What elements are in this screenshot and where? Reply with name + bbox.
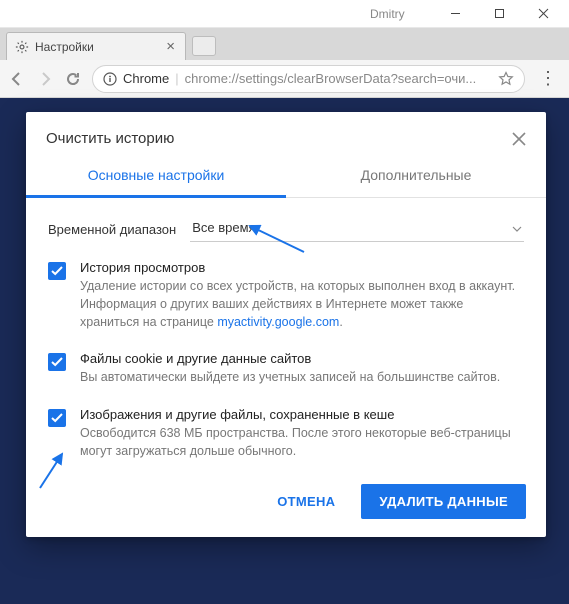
toolbar: Chrome | chrome://settings/clearBrowserD…: [0, 60, 569, 98]
close-icon[interactable]: [512, 132, 526, 146]
cancel-button[interactable]: ОТМЕНА: [263, 484, 349, 519]
time-range-label: Временной диапазон: [48, 222, 176, 237]
tab-strip: Настройки ×: [0, 28, 569, 60]
option-desc: Освободится 638 МБ пространства. После э…: [80, 424, 524, 460]
info-icon: [103, 72, 117, 86]
tab-basic[interactable]: Основные настройки: [26, 157, 286, 198]
gear-icon: [15, 40, 29, 54]
option-cached-images: Изображения и другие файлы, сохраненные …: [26, 397, 546, 470]
tab-title: Настройки: [35, 40, 160, 54]
option-cookies: Файлы cookie и другие данные сайтов Вы а…: [26, 341, 546, 396]
reload-icon[interactable]: [64, 70, 82, 88]
option-title: История просмотров: [80, 260, 524, 275]
clear-data-button[interactable]: УДАЛИТЬ ДАННЫЕ: [361, 484, 526, 519]
option-desc: Удаление истории со всех устройств, на к…: [80, 277, 524, 331]
back-icon[interactable]: [8, 70, 26, 88]
close-icon[interactable]: ×: [166, 39, 175, 54]
omnibox-path: clearBrowserData?search=очи...: [287, 71, 476, 86]
forward-icon[interactable]: [36, 70, 54, 88]
checkbox-cached-images[interactable]: [48, 409, 66, 427]
time-range-value: Все время: [192, 220, 255, 235]
new-tab-button[interactable]: [192, 36, 216, 56]
checkbox-browsing-history[interactable]: [48, 262, 66, 280]
window-minimize-button[interactable]: [433, 1, 477, 27]
option-desc: Вы автоматически выйдете из учетных запи…: [80, 368, 500, 386]
tab-advanced[interactable]: Дополнительные: [286, 157, 546, 197]
address-bar[interactable]: Chrome | chrome://settings/clearBrowserD…: [92, 65, 525, 93]
checkbox-cookies[interactable]: [48, 353, 66, 371]
bookmark-icon[interactable]: [498, 71, 514, 87]
kebab-menu-icon[interactable]: ⋮: [535, 68, 561, 89]
chevron-down-icon: [512, 220, 522, 235]
omnibox-origin-label: Chrome: [123, 71, 169, 86]
browser-tab[interactable]: Настройки ×: [6, 32, 186, 60]
window-user: Dmitry: [370, 7, 405, 21]
clear-data-dialog: Очистить историю Основные настройки Допо…: [26, 112, 546, 537]
dialog-tabs: Основные настройки Дополнительные: [26, 157, 546, 198]
option-title: Изображения и другие файлы, сохраненные …: [80, 407, 524, 422]
window-maximize-button[interactable]: [477, 1, 521, 27]
time-range-select[interactable]: Все время: [190, 216, 524, 242]
myactivity-link[interactable]: myactivity.google.com: [217, 315, 339, 329]
dialog-title: Очистить историю: [46, 130, 174, 147]
window-titlebar: Dmitry: [0, 0, 569, 28]
option-browsing-history: История просмотров Удаление истории со в…: [26, 250, 546, 341]
window-close-button[interactable]: [521, 1, 565, 27]
omnibox-origin: chrome://settings/: [185, 71, 288, 86]
option-title: Файлы cookie и другие данные сайтов: [80, 351, 500, 366]
